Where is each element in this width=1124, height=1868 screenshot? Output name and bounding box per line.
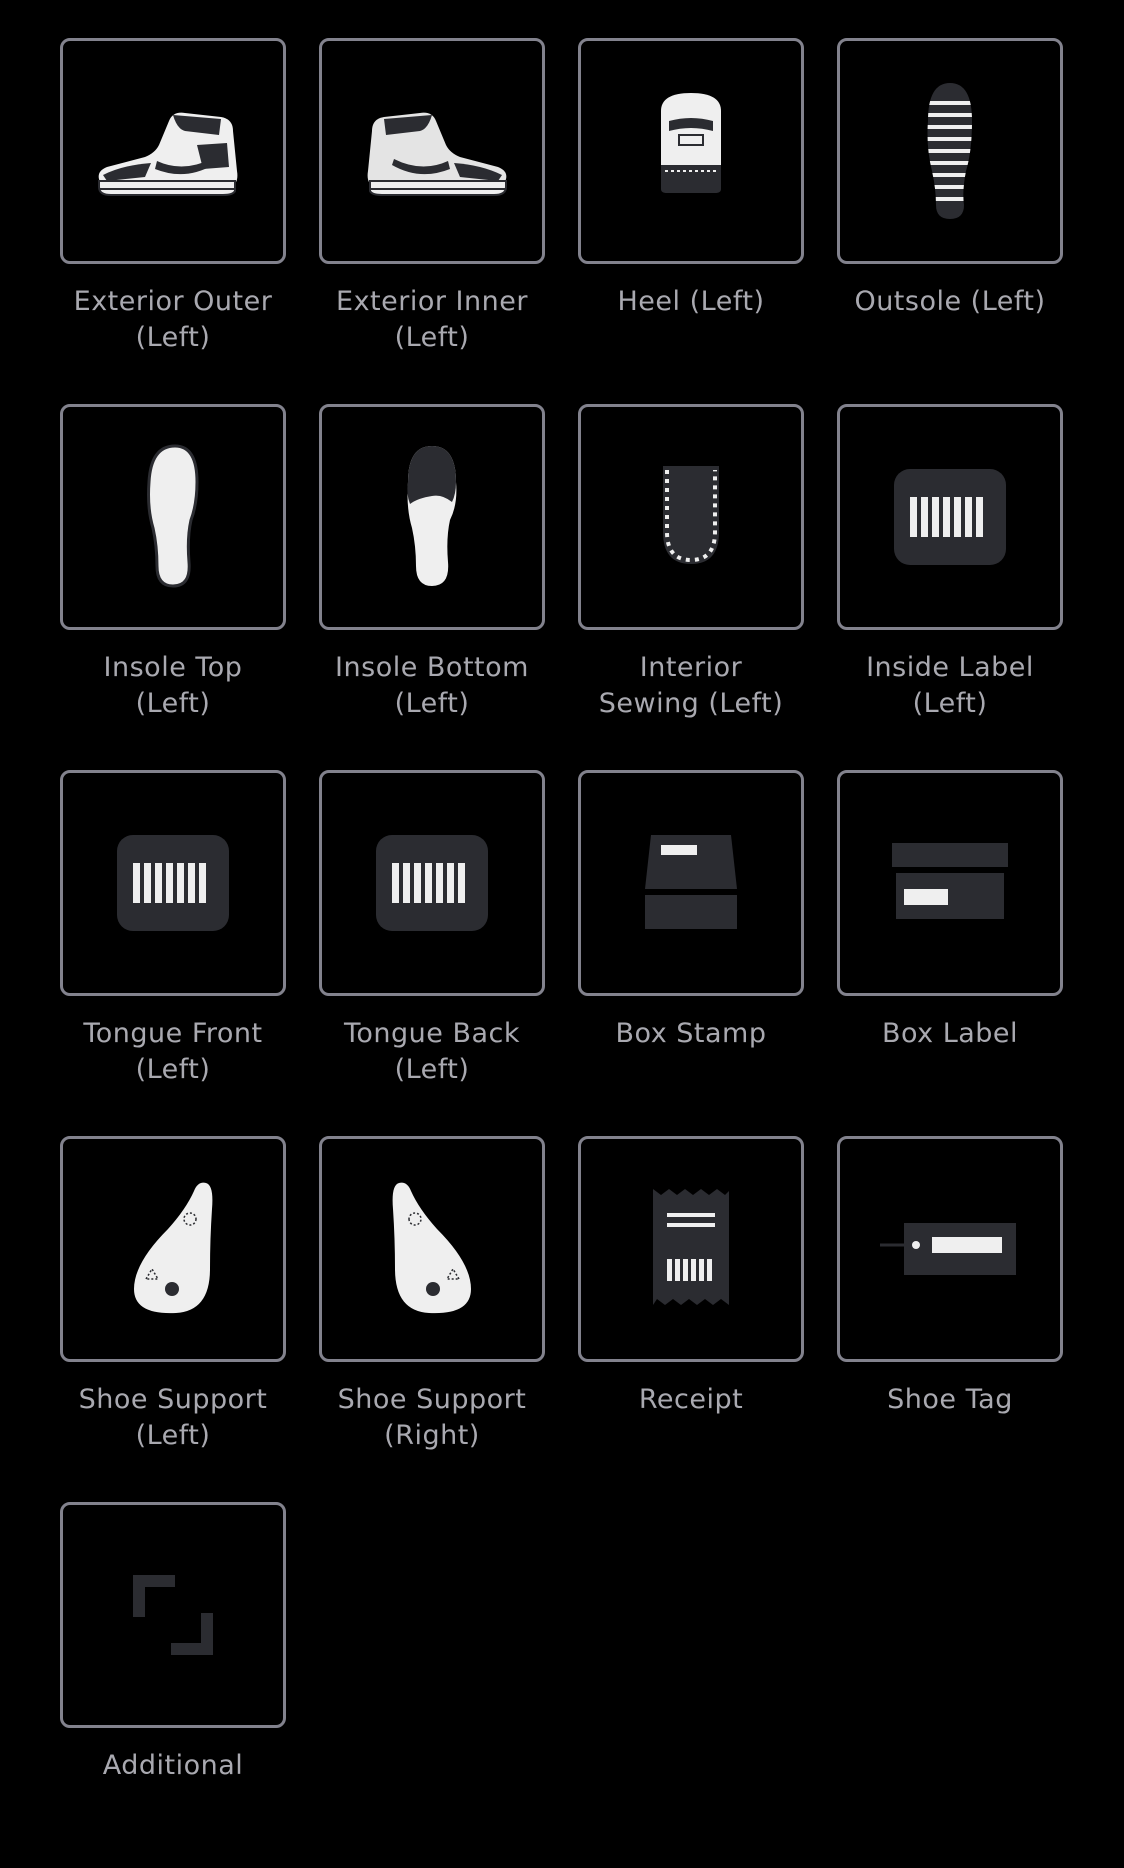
add-photo-frame-icon [133, 1575, 213, 1655]
tile-shoe-support-right[interactable]: Shoe Support (Right) [319, 1136, 545, 1502]
tile-thumbnail[interactable] [578, 770, 804, 996]
photo-angle-grid: Exterior Outer (Left) Exterior Inner (Left… [60, 38, 1063, 1868]
tile-thumbnail[interactable] [578, 404, 804, 630]
insole-bottom-icon [407, 446, 457, 586]
tile-thumbnail[interactable] [319, 770, 545, 996]
tile-inside-label-left[interactable]: Inside Label (Left) [837, 404, 1063, 770]
shoe-tag-icon [880, 1223, 1016, 1275]
tile-label: Insole Top (Left) [103, 652, 243, 719]
shoe-support-left-icon [134, 1182, 213, 1314]
insole-top-icon [147, 444, 199, 588]
tile-label: Shoe Support (Right) [337, 1384, 527, 1451]
tile-heel-left[interactable]: Heel (Left) [578, 38, 804, 404]
tile-thumbnail[interactable] [837, 404, 1063, 630]
tile-label: Tongue Front (Left) [83, 1018, 263, 1085]
tile-thumbnail[interactable] [578, 38, 804, 264]
heel-icon [661, 93, 721, 193]
tile-label: Heel (Left) [617, 286, 765, 317]
tile-tongue-front-left[interactable]: Tongue Front (Left) [60, 770, 286, 1136]
sneaker-inner-icon [367, 112, 507, 196]
tile-label: Tongue Back (Left) [343, 1018, 521, 1085]
tile-label: Shoe Tag [887, 1384, 1013, 1415]
tile-label: Shoe Support (Left) [78, 1384, 268, 1451]
tile-thumbnail[interactable] [60, 38, 286, 264]
tile-label: Inside Label (Left) [866, 652, 1034, 719]
tile-exterior-outer-left[interactable]: Exterior Outer (Left) [60, 38, 286, 404]
tile-tongue-back-left[interactable]: Tongue Back (Left) [319, 770, 545, 1136]
tile-label: Exterior Inner (Left) [336, 286, 528, 353]
tile-receipt[interactable]: Receipt [578, 1136, 804, 1502]
interior-sewing-icon [663, 466, 719, 564]
tile-label: Receipt [638, 1384, 744, 1415]
tile-thumbnail[interactable] [60, 404, 286, 630]
tile-thumbnail[interactable] [60, 1502, 286, 1728]
tile-thumbnail[interactable] [319, 404, 545, 630]
tile-label: Additional [102, 1750, 244, 1781]
tile-box-label[interactable]: Box Label [837, 770, 1063, 1136]
tile-label: Box Label [881, 1018, 1019, 1049]
outsole-icon [927, 83, 972, 219]
shoe-support-right-icon [392, 1182, 471, 1314]
tile-thumbnail[interactable] [837, 1136, 1063, 1362]
tile-thumbnail[interactable] [837, 770, 1063, 996]
tile-insole-bottom-left[interactable]: Insole Bottom (Left) [319, 404, 545, 770]
tile-label: Interior Sewing (Left) [598, 652, 784, 719]
tile-additional[interactable]: Additional [60, 1502, 286, 1868]
box-label-icon [892, 843, 1008, 919]
tile-insole-top-left[interactable]: Insole Top (Left) [60, 404, 286, 770]
tile-thumbnail[interactable] [319, 1136, 545, 1362]
tile-shoe-support-left[interactable]: Shoe Support (Left) [60, 1136, 286, 1502]
receipt-icon [653, 1189, 729, 1305]
tile-thumbnail[interactable] [578, 1136, 804, 1362]
box-stamp-icon [645, 835, 737, 929]
barcode-label-icon [376, 835, 488, 931]
tile-label: Exterior Outer (Left) [73, 286, 273, 353]
tile-exterior-inner-left[interactable]: Exterior Inner (Left) [319, 38, 545, 404]
tile-thumbnail[interactable] [319, 38, 545, 264]
tile-thumbnail[interactable] [60, 770, 286, 996]
tile-thumbnail[interactable] [60, 1136, 286, 1362]
tile-label: Outsole (Left) [854, 286, 1046, 317]
sneaker-outer-icon [98, 112, 238, 196]
barcode-label-icon [894, 469, 1006, 565]
tile-box-stamp[interactable]: Box Stamp [578, 770, 804, 1136]
tile-outsole-left[interactable]: Outsole (Left) [837, 38, 1063, 404]
barcode-label-icon [117, 835, 229, 931]
tile-interior-sewing-left[interactable]: Interior Sewing (Left) [578, 404, 804, 770]
tile-label: Insole Bottom (Left) [335, 652, 529, 719]
tile-thumbnail[interactable] [837, 38, 1063, 264]
tile-label: Box Stamp [615, 1018, 767, 1049]
tile-shoe-tag[interactable]: Shoe Tag [837, 1136, 1063, 1502]
